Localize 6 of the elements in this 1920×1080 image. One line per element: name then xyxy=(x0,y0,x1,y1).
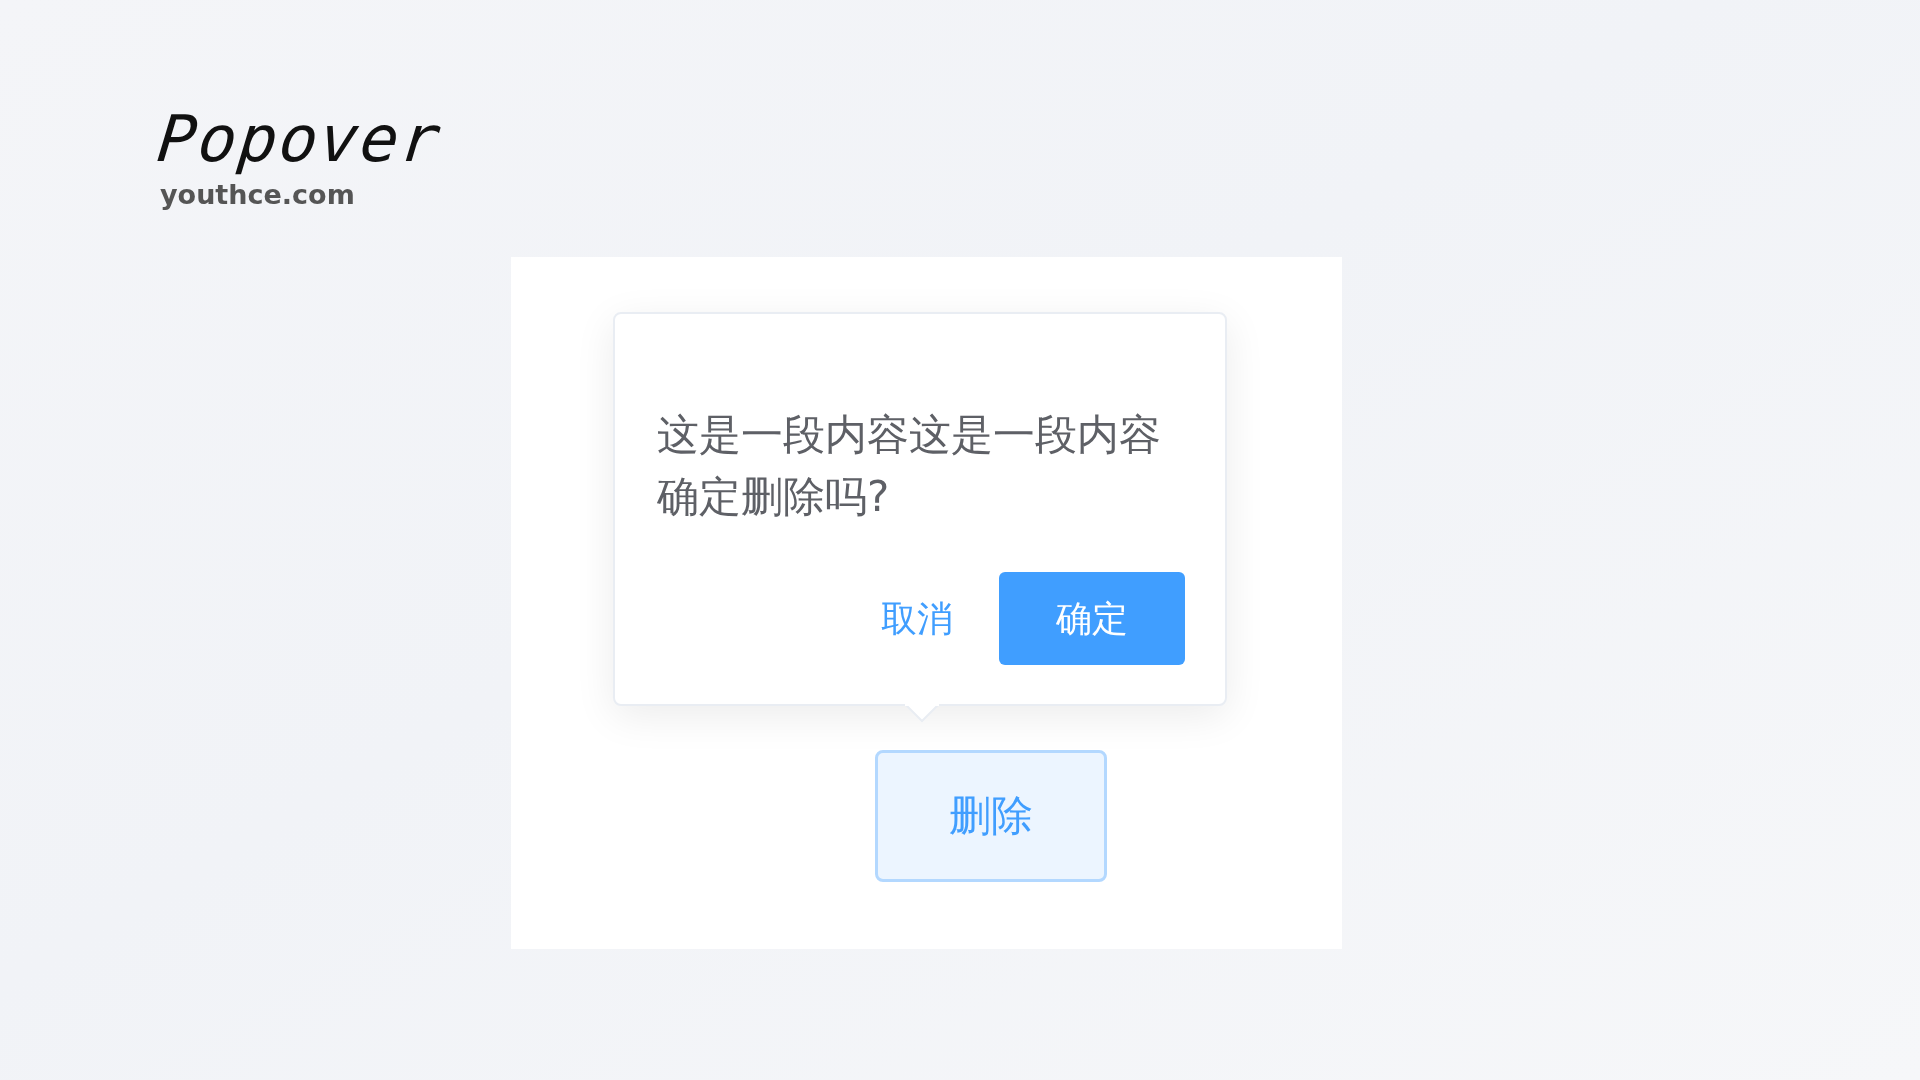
cancel-button[interactable]: 取消 xyxy=(875,593,959,644)
page-title: Popover xyxy=(154,104,446,174)
delete-button[interactable]: 删除 xyxy=(875,750,1107,882)
confirm-button[interactable]: 确定 xyxy=(999,572,1185,665)
confirm-message: 这是一段内容这是一段内容确定删除吗? xyxy=(657,409,1162,523)
site-url: youthce.com xyxy=(160,178,355,212)
